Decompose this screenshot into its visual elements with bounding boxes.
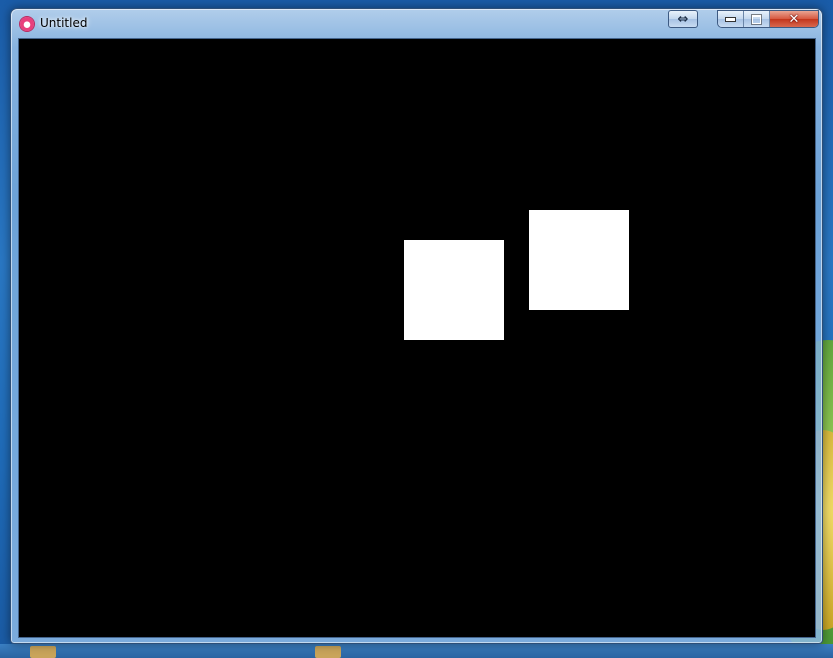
maximize-button[interactable] (744, 11, 770, 27)
window-titlebar[interactable]: Untitled ⇔ ✕ (11, 9, 822, 37)
minimize-button[interactable] (718, 11, 744, 27)
white-square (529, 210, 629, 310)
resize-arrows-icon: ⇔ (677, 11, 689, 27)
window-controls: ✕ (717, 10, 819, 28)
close-icon: ✕ (788, 11, 800, 27)
app-logo-icon[interactable] (20, 17, 34, 31)
maximize-icon (752, 14, 761, 24)
minimize-icon (725, 16, 736, 22)
taskbar-edge (0, 644, 833, 658)
app-window[interactable]: Untitled ⇔ ✕ (10, 8, 823, 644)
taskbar-folder-icon[interactable] (30, 646, 56, 658)
resize-button[interactable]: ⇔ (668, 10, 698, 28)
close-button[interactable]: ✕ (770, 11, 818, 27)
render-canvas[interactable] (18, 38, 816, 638)
white-square (404, 240, 504, 340)
window-title: Untitled (40, 16, 88, 30)
taskbar-folder-icon[interactable] (315, 646, 341, 658)
